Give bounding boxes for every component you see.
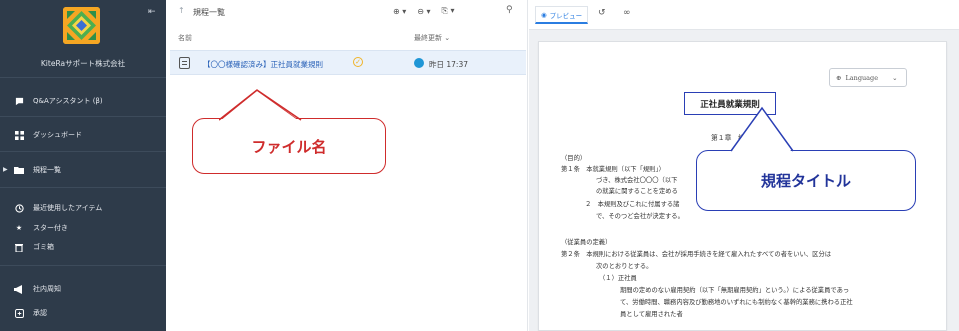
sidebar-item-dashboard[interactable]: ダッシュボード	[14, 128, 82, 142]
megaphone-icon	[14, 284, 24, 294]
sidebar-item-label: ゴミ箱	[33, 243, 54, 251]
sidebar-item-label: 承認	[33, 309, 47, 317]
eye-icon: ◉	[541, 10, 547, 19]
chevron-down-icon: ⌄	[892, 73, 898, 82]
dashboard-icon	[14, 130, 24, 140]
list-toolbar: ↑ 規程一覧 ⊕ ▾ ⊖ ▾ ⎘ ▾ ⚲	[166, 0, 528, 24]
doc-line: （目的）	[561, 155, 587, 162]
sidebar-item-label: 規程一覧	[33, 166, 61, 174]
chevron-right-icon[interactable]: ▶	[3, 166, 8, 173]
trash-icon	[14, 242, 24, 252]
column-header-name[interactable]: 名前	[178, 33, 192, 43]
document-icon	[179, 57, 190, 69]
column-header-updated[interactable]: 最終更新 ⌄	[414, 33, 450, 43]
list-tool-group: ⊕ ▾ ⊖ ▾ ⎘ ▾	[393, 6, 455, 16]
table-row[interactable]: 【〇〇様確認済み】正社員就業規則 ✓ 昨日 17:37	[170, 50, 526, 75]
sidebar-item-label: 最近使用したアイテム	[33, 204, 103, 212]
doc-line: て、労働時間、職務内容及び勤務地のいずれにも制約なく基幹的業務に携わる正社	[620, 299, 853, 306]
doc-line: 員として雇用された者	[620, 311, 683, 318]
callout-pointer-rule-title	[730, 106, 794, 152]
add-dropdown-button[interactable]: ⊕ ▾	[393, 6, 406, 16]
doc-line: 第２条 本規則における従業員は、会社が採用手続きを経て雇入れたすべての者をいい、…	[561, 251, 832, 258]
tab-label: プレビュー	[549, 11, 583, 20]
column-header-label: 最終更新	[414, 34, 442, 42]
folder-icon	[14, 165, 24, 175]
rules-list-panel: ↑ 規程一覧 ⊕ ▾ ⊖ ▾ ⎘ ▾ ⚲ 名前 最終更新 ⌄ 【〇〇様確認済み】…	[166, 0, 528, 331]
collapse-left-icon[interactable]: ⇤	[148, 7, 156, 17]
tab-preview[interactable]: ◉ プレビュー	[535, 6, 589, 24]
sidebar-item-trash[interactable]: ゴミ箱	[14, 240, 54, 254]
doc-line: で、そのつど会社が決定する。	[596, 213, 684, 220]
clock-icon	[14, 203, 24, 213]
file-name[interactable]: 【〇〇様確認済み】正社員就業規則	[203, 59, 323, 70]
link-icon[interactable]: ∞	[623, 8, 631, 18]
company-logo[interactable]	[63, 7, 100, 44]
preview-panel: ◉ プレビュー ↺ ∞ ⊕ Language ⌄ 正社員就業規則 第１章 総 （…	[529, 0, 959, 331]
divider	[0, 265, 166, 266]
doc-line: 次のとおりとする。	[596, 263, 653, 270]
sidebar-item-label: 社内周知	[33, 285, 61, 293]
language-select[interactable]: ⊕ Language ⌄	[829, 68, 907, 87]
divider	[0, 77, 166, 78]
avatar	[414, 58, 424, 68]
export-dropdown-button[interactable]: ⎘ ▾	[442, 6, 455, 16]
sidebar-item-announcement[interactable]: 社内周知	[14, 282, 61, 296]
doc-line: ２ 本規則及びこれに付属する諸	[585, 201, 680, 208]
language-label: Language	[845, 73, 879, 82]
preview-tabbar: ◉ プレビュー ↺ ∞	[529, 0, 959, 30]
updated-time: 昨日 17:37	[429, 60, 468, 69]
callout-pointer-mask	[219, 89, 302, 121]
chevron-down-icon: ⌄	[444, 34, 451, 42]
arrow-up-icon[interactable]: ↑	[178, 6, 185, 15]
doc-line: （従業員の定義）	[561, 239, 612, 246]
sidebar-item-recent[interactable]: 最近使用したアイテム	[14, 201, 102, 215]
doc-line: 第１条 本就業規則（以下「規則」）	[561, 166, 665, 173]
sidebar-item-label: スター付き	[33, 224, 68, 232]
remove-dropdown-button[interactable]: ⊖ ▾	[417, 6, 430, 16]
history-icon[interactable]: ↺	[598, 8, 606, 18]
sidebar-item-label: Q&Aアシスタント (β)	[33, 97, 103, 105]
chat-bubble-icon	[14, 96, 24, 106]
sidebar-item-rules-list[interactable]: 規程一覧	[14, 163, 61, 177]
approved-check-icon: ✓	[353, 57, 363, 67]
doc-line: 期間の定めのない雇用契約（以下「無期雇用契約」という。）による従業員であっ	[620, 287, 850, 294]
divider	[0, 116, 166, 117]
approval-icon	[14, 308, 24, 318]
star-icon: ★	[15, 224, 23, 232]
sidebar: ⇤ KiteRaサポート株式会社 Q&Aアシスタント (β) ダッシュボード ▶…	[0, 0, 166, 331]
company-name: KiteRaサポート株式会社	[40, 59, 126, 68]
sidebar-item-starred[interactable]: ★ スター付き	[14, 221, 68, 235]
sidebar-item-qa-assistant[interactable]: Q&Aアシスタント (β)	[14, 94, 103, 108]
sidebar-item-label: ダッシュボード	[33, 131, 82, 139]
divider	[0, 151, 166, 152]
list-title: 規程一覧	[193, 8, 225, 17]
divider	[0, 187, 166, 188]
sidebar-item-approval[interactable]: 承認	[14, 306, 47, 320]
doc-line: （１）正社員	[599, 275, 637, 282]
search-icon[interactable]: ⚲	[506, 5, 513, 15]
globe-icon: ⊕	[836, 73, 842, 82]
doc-line: の就業に関することを定める	[596, 188, 678, 195]
callout-rule-title: 規程タイトル	[696, 150, 916, 211]
doc-line: づき、株式会社〇〇〇（以下	[596, 177, 678, 184]
callout-file-name: ファイル名	[192, 118, 386, 174]
